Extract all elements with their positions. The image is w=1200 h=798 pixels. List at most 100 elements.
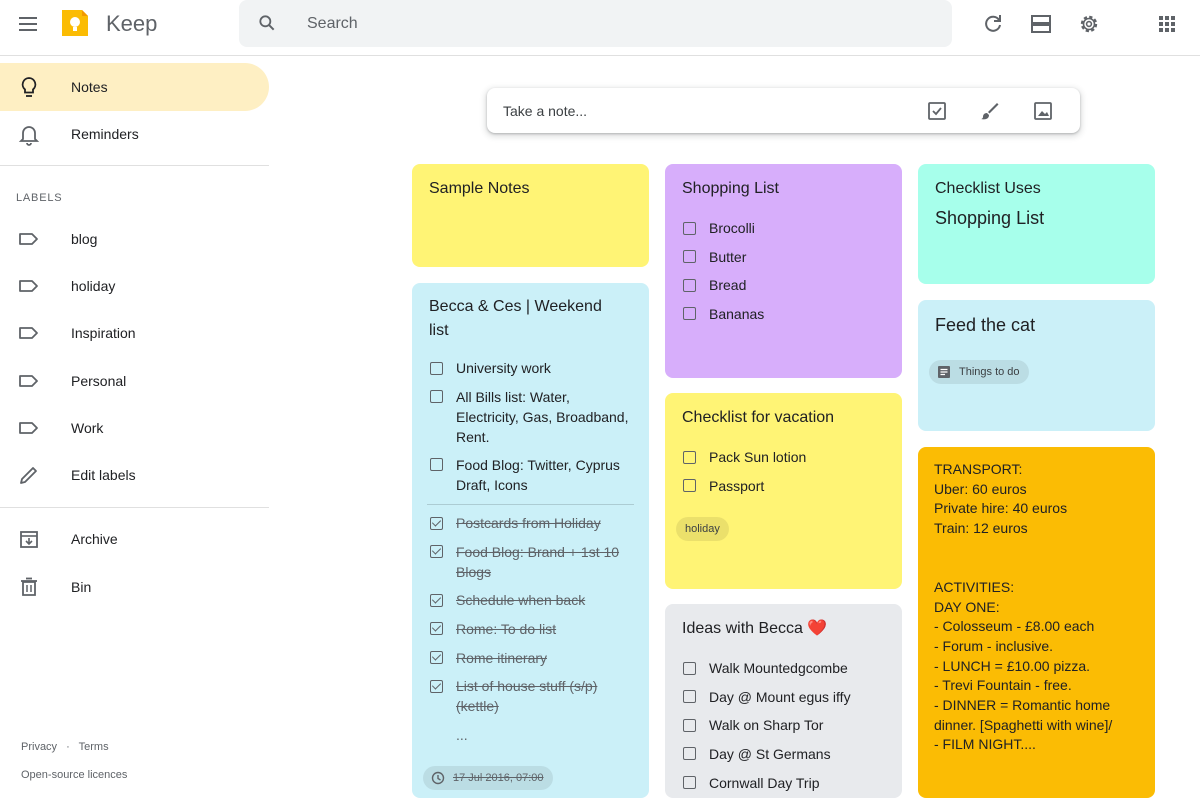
checkbox[interactable] <box>683 222 696 235</box>
bell-icon <box>18 126 40 146</box>
checkbox[interactable] <box>430 390 443 403</box>
checkbox[interactable] <box>683 451 696 464</box>
list-item-done: Schedule when back <box>456 592 586 608</box>
note-line: Private hire: 40 euros <box>934 500 1068 516</box>
note-line: DAY ONE: <box>934 599 1000 615</box>
reminder-chip[interactable]: 17 Jul 2016, 07:00 <box>423 766 553 790</box>
note-line: TRANSPORT: <box>934 461 1023 477</box>
checkbox[interactable] <box>683 719 696 732</box>
footer-links: Privacy · Terms <box>21 741 109 753</box>
sidebar-item-label: Bin <box>71 579 92 595</box>
new-list-icon[interactable] <box>926 100 948 122</box>
checkbox[interactable] <box>683 307 696 320</box>
list-item: Cornwall Day Trip <box>709 775 820 791</box>
privacy-link[interactable]: Privacy <box>21 741 57 753</box>
list-item-done: Blogs <box>456 564 492 580</box>
chip-text: Things to do <box>959 366 1020 378</box>
list-item: Walk Mountedgcombe <box>709 660 848 676</box>
checkbox[interactable] <box>683 479 696 492</box>
checkbox-checked[interactable] <box>430 622 443 635</box>
note-checklist-vacation[interactable]: Checklist for vacation Pack Sun lotion P… <box>665 393 902 589</box>
lightbulb-icon <box>21 77 37 97</box>
checkbox-checked[interactable] <box>430 651 443 664</box>
sidebar-item-inspiration[interactable]: Inspiration <box>0 309 269 357</box>
keep-logo-icon[interactable] <box>59 7 91 39</box>
note-title-line2: list <box>429 322 449 339</box>
sidebar-item-reminders[interactable]: Reminders <box>0 110 269 158</box>
checkbox[interactable] <box>683 776 696 789</box>
label-icon <box>19 375 38 387</box>
linked-note-chip[interactable]: Things to do <box>929 360 1029 384</box>
list-item: Brocolli <box>709 220 755 236</box>
note-checklist-uses[interactable]: Checklist Uses Shopping List <box>918 164 1155 284</box>
pencil-icon <box>20 467 37 484</box>
sidebar-item-label: Reminders <box>71 126 139 142</box>
note-body: Shopping List <box>935 208 1045 228</box>
sidebar-item-blog[interactable]: blog <box>0 215 269 263</box>
sidebar-item-work[interactable]: Work <box>0 404 269 452</box>
note-ideas-becca[interactable]: Ideas with Becca ❤️ Walk Mountedgcombe D… <box>665 604 902 798</box>
note-rome-trip[interactable]: TRANSPORT: Uber: 60 euros Private hire: … <box>918 447 1155 798</box>
checkbox[interactable] <box>430 458 443 471</box>
sidebar-item-bin[interactable]: Bin <box>0 563 269 611</box>
sidebar-item-label: Archive <box>71 531 118 547</box>
checkbox-checked[interactable] <box>430 680 443 693</box>
note-line: - DINNER = Romantic home <box>934 697 1111 713</box>
settings-icon[interactable] <box>1077 12 1101 36</box>
note-line: ACTIVITIES: <box>934 579 1015 595</box>
take-note-bar[interactable] <box>487 88 1080 133</box>
label-chip-holiday[interactable]: holiday <box>676 517 729 541</box>
note-line: Uber: 60 euros <box>934 481 1027 497</box>
checkbox[interactable] <box>683 690 696 703</box>
checkbox-checked[interactable] <box>430 545 443 558</box>
app-name: Keep <box>106 11 158 36</box>
note-sample-notes[interactable]: Sample Notes <box>412 164 649 267</box>
list-item: University work <box>456 360 551 376</box>
list-item: Day @ Mount egus iffy <box>709 689 851 705</box>
refresh-icon[interactable] <box>981 12 1005 36</box>
labels-heading: LABELS <box>16 192 63 204</box>
search-bar <box>239 0 952 47</box>
note-line: - Colosseum - £8.00 each <box>934 618 1095 634</box>
sidebar-item-label: Inspiration <box>71 325 136 341</box>
label-icon <box>19 280 38 292</box>
note-becca-weekend-list[interactable]: Becca & Ces | Weekend list University wo… <box>412 283 649 798</box>
checkbox-checked[interactable] <box>430 517 443 530</box>
image-icon[interactable] <box>1032 100 1054 122</box>
sidebar-item-notes[interactable]: Notes <box>0 63 269 111</box>
divider <box>0 165 269 166</box>
checkbox[interactable] <box>683 662 696 675</box>
divider <box>427 504 634 505</box>
list-view-icon[interactable] <box>1029 12 1053 36</box>
sidebar-item-edit-labels[interactable]: Edit labels <box>0 451 269 499</box>
list-item: Walk on Sharp Tor <box>709 717 824 733</box>
search-input[interactable] <box>307 0 927 47</box>
note-shopping-list[interactable]: Shopping List Brocolli Butter Bread Bana… <box>665 164 902 378</box>
note-line: Train: 12 euros <box>934 520 1028 536</box>
trash-icon <box>21 577 37 596</box>
list-item-done: Rome: To do list <box>456 621 557 637</box>
menu-icon[interactable] <box>16 12 40 36</box>
checkbox[interactable] <box>683 279 696 292</box>
label-icon <box>19 422 38 434</box>
sidebar-item-personal[interactable]: Personal <box>0 357 269 405</box>
terms-link[interactable]: Terms <box>79 741 109 753</box>
checkbox[interactable] <box>430 362 443 375</box>
sidebar-item-holiday[interactable]: holiday <box>0 262 269 310</box>
footer-separator: · <box>66 741 70 753</box>
apps-icon[interactable] <box>1155 12 1179 36</box>
checkbox-checked[interactable] <box>430 594 443 607</box>
brush-icon[interactable] <box>979 100 1001 122</box>
licences-link[interactable]: Open-source licences <box>21 769 127 781</box>
list-item-done: Food Blog: Brand + 1st 10 <box>456 544 620 560</box>
note-title: Sample Notes <box>429 180 530 197</box>
take-note-input[interactable] <box>503 88 903 133</box>
note-feed-the-cat[interactable]: Feed the cat Things to do <box>918 300 1155 431</box>
sidebar-item-archive[interactable]: Archive <box>0 515 269 563</box>
search-icon[interactable] <box>257 13 277 33</box>
sidebar-item-label: blog <box>71 231 98 247</box>
list-item: Draft, Icons <box>456 477 528 493</box>
note-line: - FILM NIGHT.... <box>934 736 1036 752</box>
checkbox[interactable] <box>683 250 696 263</box>
checkbox[interactable] <box>683 747 696 760</box>
